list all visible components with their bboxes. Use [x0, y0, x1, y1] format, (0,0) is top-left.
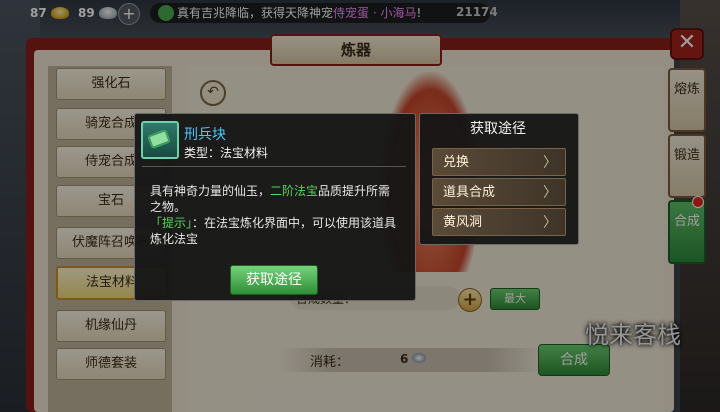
- tooltip-divider: [142, 166, 406, 167]
- chevron-right-icon: 〉: [543, 215, 557, 231]
- chevron-right-icon: 〉: [543, 185, 557, 201]
- acquire-item-dungeon[interactable]: 黄风洞 〉: [432, 208, 566, 236]
- chevron-right-icon: 〉: [543, 155, 557, 171]
- item-scroll-icon: [141, 121, 179, 159]
- item-name: 刑兵块: [184, 127, 226, 143]
- item-tip-label: 「提示」: [150, 216, 193, 230]
- acquire-item-label: 黄风洞: [443, 215, 483, 230]
- item-desc-highlight: 二阶法宝: [270, 184, 319, 198]
- acquire-item-label: 兑换: [443, 155, 470, 170]
- item-type: 类型：法宝材料: [184, 146, 269, 160]
- get-source-button[interactable]: 获取途径: [230, 265, 318, 295]
- acquire-title: 获取途径: [470, 121, 526, 137]
- item-desc-text: 具有神奇力量的仙玉，: [150, 184, 271, 198]
- item-description: 具有神奇力量的仙玉，二阶法宝品质提升所需之物。 「提示」：在法宝炼化界面中，可以…: [150, 183, 400, 247]
- acquire-item-exchange[interactable]: 兑换 〉: [432, 148, 566, 176]
- acquire-item-label: 道具合成: [443, 185, 496, 200]
- acquire-item-synthesis[interactable]: 道具合成 〉: [432, 178, 566, 206]
